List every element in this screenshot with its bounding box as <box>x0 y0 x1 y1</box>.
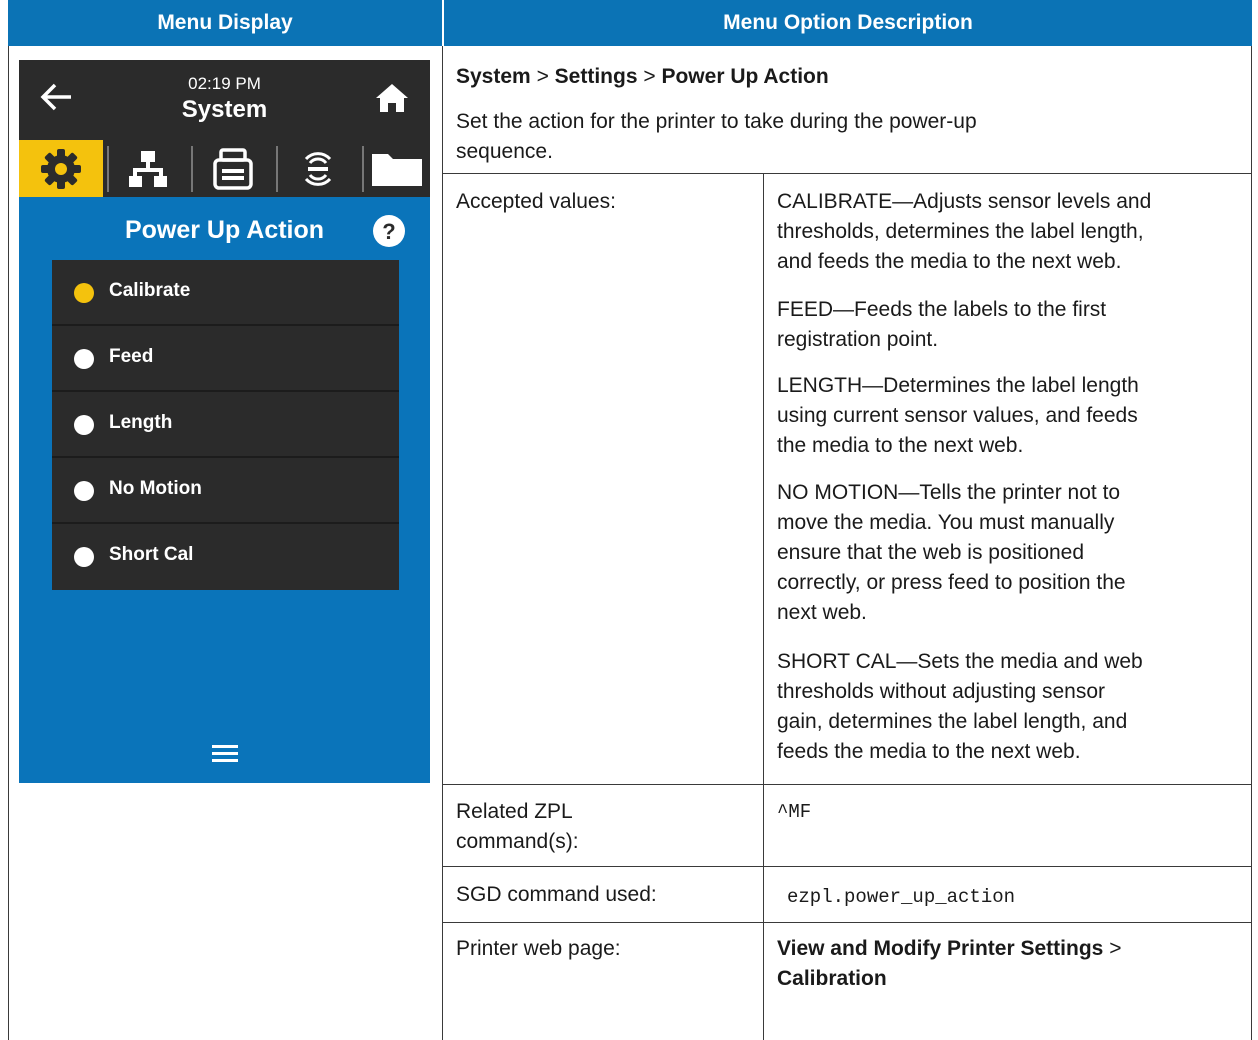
tab-rfid[interactable] <box>278 140 358 197</box>
subcolumn-divider <box>763 173 764 1040</box>
text-line: feeds the media to the next web. <box>777 740 1081 763</box>
value-short-cal: SHORT CAL—Sets the media and web thresho… <box>777 647 1143 767</box>
related-zpl-label: Related ZPL command(s): <box>456 797 579 857</box>
column-divider <box>442 46 443 1040</box>
tab-settings[interactable] <box>19 140 103 197</box>
row-divider <box>442 784 1252 785</box>
value-calibrate: CALIBRATE—Adjusts sensor levels and thre… <box>777 187 1151 277</box>
header-menu-option-description: Menu Option Description <box>444 0 1252 46</box>
option-calibrate[interactable]: Calibrate <box>52 260 399 326</box>
web-page-path-part: View and Modify Printer Settings <box>777 937 1104 960</box>
text-line: FEED—Feeds the labels to the first <box>777 298 1107 321</box>
text-line: ensure that the web is positioned <box>777 541 1085 564</box>
text-line: correctly, or press feed to position the <box>777 571 1126 594</box>
folder-icon <box>372 153 422 186</box>
option-label: Short Cal <box>109 544 194 565</box>
hamburger-menu-icon[interactable] <box>212 743 238 763</box>
text-line: using current sensor values, and feeds <box>777 404 1138 427</box>
text-line: gain, determines the label length, and <box>777 710 1128 733</box>
option-label: Feed <box>109 346 154 367</box>
intro-text-line: sequence. <box>456 140 553 163</box>
intro-text-line: Set the action for the printer to take d… <box>456 110 977 133</box>
text-line: thresholds without adjusting sensor <box>777 680 1106 703</box>
menu-path: System > Settings > Power Up Action <box>456 62 829 92</box>
web-page-path-part: Calibration <box>777 967 887 990</box>
value-no-motion: NO MOTION—Tells the printer not to move … <box>777 478 1126 628</box>
text-line: move the media. You must manually <box>777 511 1115 534</box>
path-separator: > <box>643 65 656 88</box>
table-border-right <box>1251 46 1252 1040</box>
path-separator: > <box>536 65 549 88</box>
text-line: Related ZPL <box>456 800 573 823</box>
option-label: Calibrate <box>109 280 191 301</box>
panel-header: Power Up Action ? <box>19 210 430 250</box>
related-zpl-value: ^MF <box>777 801 812 823</box>
help-icon[interactable]: ? <box>372 214 406 248</box>
accepted-values-label: Accepted values: <box>456 190 616 213</box>
text-line: CALIBRATE—Adjusts sensor levels and <box>777 190 1152 213</box>
panel-title: Power Up Action <box>124 216 325 244</box>
row-divider <box>442 922 1252 923</box>
radio-unselected-icon <box>74 349 94 369</box>
text-line: next web. <box>777 601 867 624</box>
sgd-label: SGD command used: <box>456 883 657 906</box>
option-length[interactable]: Length <box>52 392 399 458</box>
radio-unselected-icon <box>74 481 94 501</box>
text-line: command(s): <box>456 830 579 853</box>
table-border-left <box>8 46 9 1040</box>
text-line: LENGTH—Determines the label length <box>777 374 1139 397</box>
value-feed: FEED—Feeds the labels to the first regis… <box>777 295 1106 355</box>
path-system: System <box>456 65 531 88</box>
radio-unselected-icon <box>74 547 94 567</box>
clock-time: 02:19 PM <box>188 74 261 93</box>
menu-table: Menu Display Menu Option Description 02:… <box>8 0 1252 1040</box>
tab-print[interactable] <box>193 140 273 197</box>
home-icon[interactable] <box>375 82 409 114</box>
text-line: NO MOTION—Tells the printer not to <box>777 481 1121 504</box>
screen-top-bar: 02:19 PM System <box>19 60 430 140</box>
option-short-cal[interactable]: Short Cal <box>52 524 399 590</box>
path-separator: > <box>1109 937 1122 960</box>
category-tab-bar <box>19 140 430 197</box>
text-line: and feeds the media to the next web. <box>777 250 1122 273</box>
settings-gear-icon <box>41 148 81 189</box>
option-no-motion[interactable]: No Motion <box>52 458 399 524</box>
option-label: Length <box>109 412 173 433</box>
web-page-label: Printer web page: <box>456 937 621 960</box>
option-feed[interactable]: Feed <box>52 326 399 392</box>
sgd-value: ezpl.power_up_action <box>787 886 1016 908</box>
text-line: registration point. <box>777 328 939 351</box>
tab-storage[interactable] <box>364 140 430 197</box>
option-label: No Motion <box>109 478 202 499</box>
rfid-icon <box>304 151 332 186</box>
tab-network[interactable] <box>109 140 187 197</box>
printer-icon <box>213 147 253 190</box>
power-up-action-options: Calibrate Feed Length No Motion Short Ca <box>52 260 399 590</box>
row-divider <box>442 173 1252 174</box>
value-length: LENGTH—Determines the label length using… <box>777 371 1139 461</box>
header-menu-display: Menu Display <box>8 0 442 46</box>
path-power-up-action: Power Up Action <box>661 65 829 88</box>
printer-touch-screen: 02:19 PM System Power Up Action ? Calibr… <box>19 60 430 783</box>
row-divider <box>442 866 1252 867</box>
path-settings: Settings <box>554 65 638 88</box>
network-icon <box>129 150 167 187</box>
web-page-value: View and Modify Printer Settings > Calib… <box>777 934 1121 994</box>
text-line: the media to the next web. <box>777 434 1024 457</box>
text-line: thresholds, determines the label length, <box>777 220 1144 243</box>
screen-title: System <box>181 96 268 123</box>
text-line: SHORT CAL—Sets the media and web <box>777 650 1143 673</box>
radio-selected-icon <box>74 283 94 303</box>
svg-text:?: ? <box>382 219 395 244</box>
radio-unselected-icon <box>74 415 94 435</box>
